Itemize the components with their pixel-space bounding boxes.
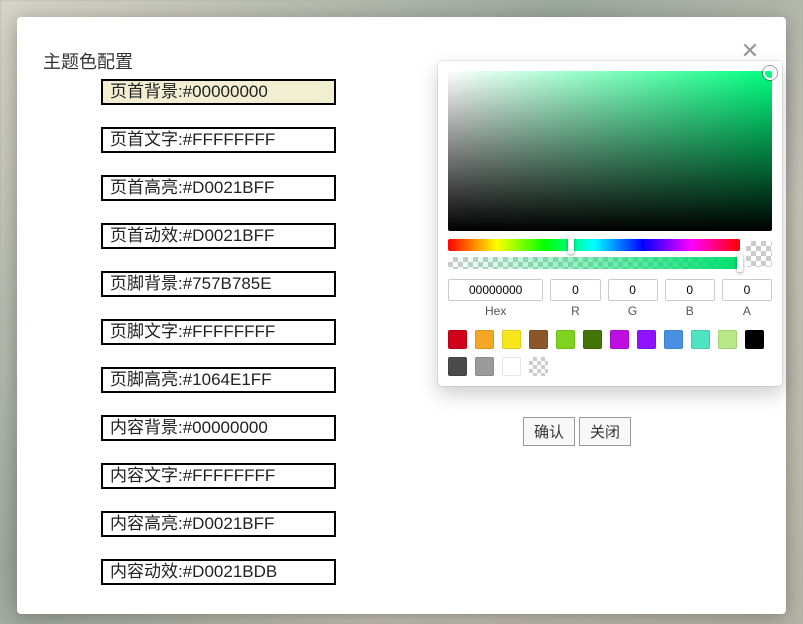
hex-field[interactable] — [448, 279, 543, 301]
color-item[interactable]: 页首背景:#00000000 — [101, 79, 336, 105]
color-item[interactable]: 内容背景:#00000000 — [101, 415, 336, 441]
close-icon[interactable]: ✕ — [738, 39, 762, 63]
color-item[interactable]: 页首文字:#FFFFFFFF — [101, 127, 336, 153]
preset-swatches — [448, 330, 772, 376]
swatch[interactable] — [664, 330, 683, 349]
swatch[interactable] — [529, 330, 548, 349]
a-field[interactable] — [722, 279, 772, 301]
color-fields: Hex R G B A — [448, 279, 772, 318]
alpha-slider[interactable] — [448, 257, 740, 269]
r-field[interactable] — [550, 279, 600, 301]
swatch[interactable] — [502, 330, 521, 349]
swatch[interactable] — [691, 330, 710, 349]
color-item[interactable]: 页脚高亮:#1064E1FF — [101, 367, 336, 393]
g-field[interactable] — [608, 279, 658, 301]
modal-title: 主题色配置 — [43, 48, 133, 74]
preview-swatch — [746, 241, 772, 267]
swatch[interactable] — [718, 330, 737, 349]
swatch[interactable] — [475, 357, 494, 376]
saturation-value-panel[interactable] — [448, 71, 772, 231]
confirm-button[interactable]: 确认 — [523, 417, 575, 446]
a-label: A — [722, 304, 772, 318]
color-item[interactable]: 内容动效:#D0021BDB — [101, 559, 336, 585]
theme-color-modal: ✕ 主题色配置 页首背景:#00000000 页首文字:#FFFFFFFF 页首高亮… — [17, 17, 786, 614]
color-picker: Hex R G B A — [438, 61, 782, 386]
g-label: G — [608, 304, 658, 318]
hex-label: Hex — [448, 304, 543, 318]
sv-cursor-icon[interactable] — [763, 66, 777, 80]
swatch[interactable] — [745, 330, 764, 349]
alpha-cursor-icon[interactable] — [737, 254, 743, 272]
swatch[interactable] — [502, 357, 521, 376]
swatch[interactable] — [637, 330, 656, 349]
color-item[interactable]: 页首高亮:#D0021BFF — [101, 175, 336, 201]
swatch[interactable] — [529, 357, 548, 376]
color-item[interactable]: 页脚背景:#757B785E — [101, 271, 336, 297]
color-item[interactable]: 内容文字:#FFFFFFFF — [101, 463, 336, 489]
color-item[interactable]: 页脚文字:#FFFFFFFF — [101, 319, 336, 345]
color-item[interactable]: 内容高亮:#D0021BFF — [101, 511, 336, 537]
color-item-list: 页首背景:#00000000 页首文字:#FFFFFFFF 页首高亮:#D0021B… — [101, 79, 336, 607]
hue-slider[interactable] — [448, 239, 740, 251]
swatch[interactable] — [583, 330, 602, 349]
hue-cursor-icon[interactable] — [568, 236, 574, 254]
b-label: B — [665, 304, 715, 318]
r-label: R — [550, 304, 600, 318]
swatch[interactable] — [475, 330, 494, 349]
swatch[interactable] — [448, 330, 467, 349]
b-field[interactable] — [665, 279, 715, 301]
close-button[interactable]: 关闭 — [579, 417, 631, 446]
swatch[interactable] — [448, 357, 467, 376]
color-item[interactable]: 页首动效:#D0021BFF — [101, 223, 336, 249]
swatch[interactable] — [556, 330, 575, 349]
swatch[interactable] — [610, 330, 629, 349]
action-buttons: 确认 关闭 — [523, 417, 631, 446]
